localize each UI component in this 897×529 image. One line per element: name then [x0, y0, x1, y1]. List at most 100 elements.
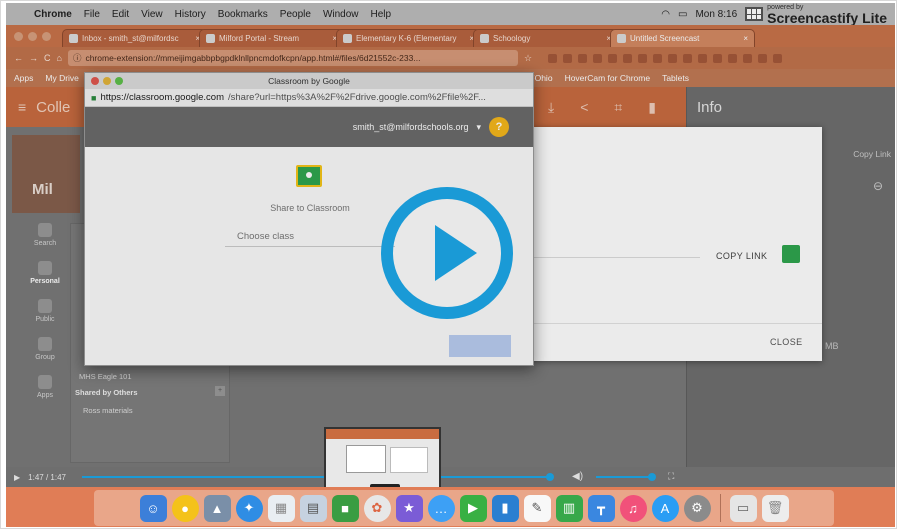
preview-icon[interactable]: ▤ [299, 494, 327, 522]
list-item[interactable]: MHS Eagle 101 [79, 372, 132, 381]
menu-edit[interactable]: Edit [112, 9, 129, 20]
trash-icon[interactable]: 🗑 [761, 494, 789, 522]
bookmark-apps[interactable]: Apps [14, 73, 33, 83]
choose-class-select[interactable]: Choose class ▾ [225, 229, 395, 247]
safari-icon[interactable]: ✦ [235, 494, 263, 522]
downloads-folder-icon[interactable]: ▭ [729, 494, 757, 522]
window-minimize-icon[interactable] [28, 32, 37, 41]
tab-elementary[interactable]: Elementary K-6 (Elementary × [336, 29, 481, 47]
wifi-icon[interactable]: ◠ [661, 9, 670, 20]
extension-icon[interactable] [683, 53, 693, 63]
expand-icon[interactable]: + [215, 386, 225, 396]
nav-public[interactable]: Public [35, 299, 55, 323]
menu-view[interactable]: View [141, 9, 163, 20]
window-zoom-icon[interactable] [115, 77, 123, 85]
extension-icon[interactable] [638, 53, 648, 63]
bookmark-my-drive[interactable]: My Drive [45, 73, 79, 83]
volume-handle[interactable] [648, 473, 656, 481]
chevron-down-icon[interactable]: ▾ [476, 122, 481, 133]
url-input[interactable]: ⓘ chrome-extension://mmeijimgabbpbgpdkln… [67, 50, 518, 66]
close-icon[interactable]: × [743, 34, 748, 43]
menu-history[interactable]: History [175, 9, 206, 20]
itunes-icon[interactable]: ♫ [619, 494, 647, 522]
facetime-icon[interactable]: ▶ [459, 494, 487, 522]
window-close-icon[interactable] [91, 77, 99, 85]
shared-header[interactable]: Shared by Others [75, 388, 225, 397]
play-icon[interactable]: ▶ [14, 473, 20, 482]
fullscreen-icon[interactable]: ⛶ [668, 471, 674, 482]
keynote-presentation-icon[interactable]: ┳ [587, 494, 615, 522]
finder-icon[interactable]: ☺ [139, 494, 167, 522]
photos-icon[interactable]: ▲ [203, 494, 231, 522]
window-zoom-icon[interactable] [42, 32, 51, 41]
system-preferences-icon[interactable]: ⚙ [683, 494, 711, 522]
bookmark-hovercam[interactable]: HoverCam for Chrome [565, 73, 651, 83]
clock[interactable]: Mon 8:16 [695, 9, 737, 20]
extension-icon[interactable] [548, 53, 558, 63]
menu-file[interactable]: File [84, 9, 100, 20]
download-icon[interactable]: ⤓ [548, 99, 554, 116]
seek-handle[interactable] [546, 473, 554, 481]
go-button[interactable] [449, 335, 511, 357]
trash-icon[interactable]: ▮ [648, 99, 656, 116]
app-store-icon[interactable]: A [651, 494, 679, 522]
menu-icon[interactable]: ≡ [18, 99, 26, 115]
star-icon[interactable]: ☆ [524, 53, 532, 64]
copy-link-label[interactable]: Copy Link [853, 149, 891, 159]
extension-icon[interactable] [623, 53, 633, 63]
menu-chrome[interactable]: Chrome [34, 9, 72, 20]
classroom-share-icon[interactable] [782, 245, 800, 263]
share-link-field[interactable] [530, 257, 700, 258]
numbers-icon[interactable]: ▥ [555, 494, 583, 522]
extension-icon[interactable] [728, 53, 738, 63]
extension-icon[interactable] [608, 53, 618, 63]
extension-icon[interactable] [653, 53, 663, 63]
chrome-icon[interactable]: ● [171, 494, 199, 522]
window-close-icon[interactable] [14, 32, 23, 41]
link-icon[interactable]: ⊖ [873, 179, 883, 193]
tab-milford-portal[interactable]: Milford Portal - Stream × [199, 29, 344, 47]
home-icon[interactable]: ⌂ [57, 53, 62, 63]
window-minimize-icon[interactable] [103, 77, 111, 85]
volume-icon[interactable]: ◀) [572, 471, 583, 482]
nav-group[interactable]: Group [35, 337, 55, 361]
account-email[interactable]: smith_st@milfordschools.org [353, 122, 469, 132]
forward-icon[interactable]: → [29, 53, 38, 63]
menu-people[interactable]: People [280, 9, 311, 20]
share-icon[interactable]: < [580, 99, 588, 115]
volume-slider[interactable] [596, 476, 652, 478]
copy-link-button[interactable]: COPY LINK [716, 251, 767, 261]
back-icon[interactable]: ← [14, 53, 23, 63]
extension-icon[interactable] [713, 53, 723, 63]
battery-icon[interactable]: ▭ [678, 9, 687, 20]
close-button[interactable]: CLOSE [770, 337, 803, 347]
crop-icon[interactable]: ⌗ [614, 99, 622, 116]
extension-icon[interactable] [578, 53, 588, 63]
keynote-icon[interactable]: ▮ [491, 494, 519, 522]
messages-icon[interactable]: … [427, 494, 455, 522]
play-button[interactable] [381, 187, 513, 319]
classroom-icon[interactable]: ■ [331, 494, 359, 522]
extension-icon[interactable] [563, 53, 573, 63]
tab-untitled-screencast[interactable]: Untitled Screencast × [610, 29, 755, 47]
nav-apps[interactable]: Apps [37, 375, 53, 399]
avatar[interactable]: ? [489, 117, 509, 137]
pages-icon[interactable]: ✎ [523, 494, 551, 522]
nav-search[interactable]: Search [34, 223, 56, 247]
imovie-icon[interactable]: ★ [395, 494, 423, 522]
menu-bookmarks[interactable]: Bookmarks [218, 9, 268, 20]
menu-help[interactable]: Help [371, 9, 392, 20]
extension-icon[interactable] [773, 53, 783, 63]
tab-schoology[interactable]: Schoology × [473, 29, 618, 47]
nav-personal[interactable]: Personal [30, 261, 60, 285]
extension-icon[interactable] [593, 53, 603, 63]
seek-bar[interactable] [82, 476, 552, 478]
menu-window[interactable]: Window [323, 9, 359, 20]
calendar-icon[interactable]: ▦ [267, 494, 295, 522]
extension-icon[interactable] [668, 53, 678, 63]
extension-icon[interactable] [743, 53, 753, 63]
extension-icon[interactable] [698, 53, 708, 63]
tab-inbox[interactable]: Inbox - smith_st@milfordsc × [62, 29, 207, 47]
photos-app-icon[interactable]: ✿ [363, 494, 391, 522]
reload-icon[interactable]: C [44, 53, 51, 63]
